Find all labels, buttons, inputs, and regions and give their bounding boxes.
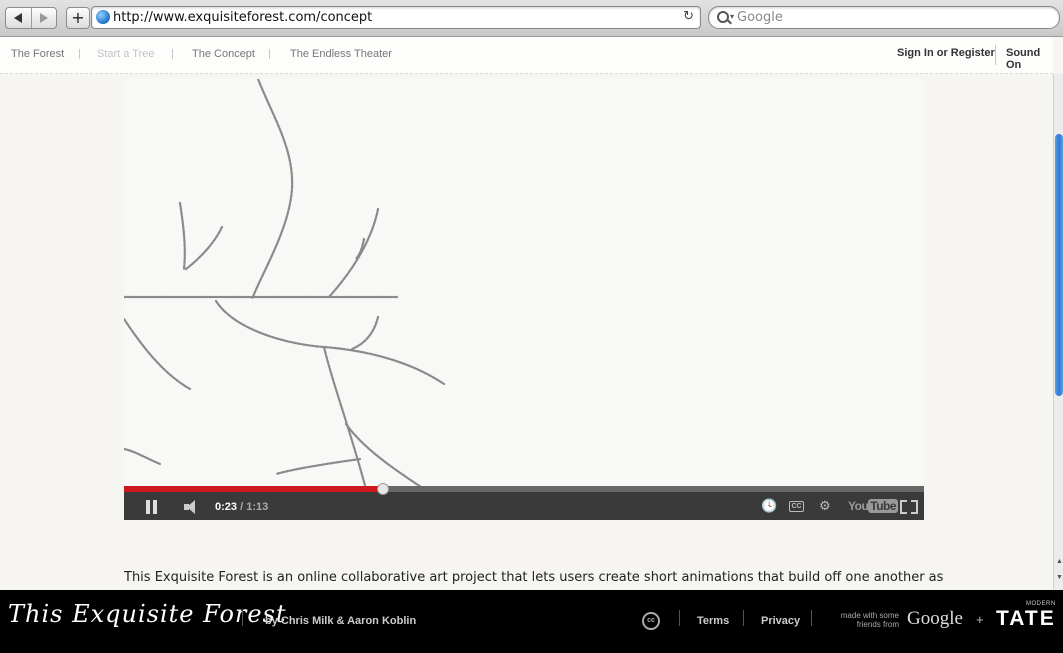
made-with-line-2: friends from (856, 620, 899, 629)
captions-icon[interactable]: CC (789, 501, 804, 512)
privacy-link[interactable]: Privacy (761, 615, 800, 627)
tree-animation-drawing (124, 79, 446, 520)
pause-icon[interactable] (146, 500, 158, 514)
globe-icon (96, 10, 110, 24)
account-divider (995, 45, 996, 65)
add-bookmark-button[interactable]: + (66, 7, 90, 29)
watch-later-icon[interactable]: 🕓 (761, 499, 777, 514)
progress-bar[interactable] (124, 483, 924, 495)
back-arrow-icon (14, 13, 23, 23)
byline: by Chris Milk & Aaron Koblin (265, 615, 417, 627)
scroll-thumb[interactable] (1055, 134, 1063, 396)
gear-icon[interactable]: ⚙ (819, 499, 831, 514)
search-icon (717, 11, 729, 23)
nav-divider (79, 49, 80, 59)
site-footer: This Exquisite Forest by Chris Milk & Aa… (0, 590, 1063, 653)
url-text[interactable]: http://www.exquisiteforest.com/concept (113, 10, 372, 25)
terms-link[interactable]: Terms (697, 615, 729, 627)
nav-the-concept[interactable]: The Concept (192, 48, 255, 60)
creative-commons-icon[interactable]: cc (642, 612, 660, 630)
video-player[interactable] (124, 79, 924, 520)
scroll-down-arrow-icon[interactable]: ▼ (1056, 574, 1063, 581)
page-scrollbar[interactable]: ▲ ▼ (1053, 74, 1063, 590)
main-content: 0:23 / 1:13 🕓 CC ⚙ You Tube This Exquisit… (0, 74, 1053, 590)
chevron-down-icon[interactable]: ▾ (730, 12, 734, 21)
nav-divider (172, 49, 173, 59)
youtube-logo-tube: Tube (868, 499, 899, 513)
youtube-logo-you: You (848, 499, 869, 513)
made-with-text: made with some friends from (825, 611, 899, 629)
sound-toggle[interactable]: Sound On (1006, 47, 1053, 71)
tate-logo[interactable]: TATE (996, 607, 1056, 631)
search-field[interactable]: ▾ Google (708, 6, 1060, 29)
video-controls: 0:23 / 1:13 🕓 CC ⚙ You Tube (124, 483, 924, 520)
back-button[interactable] (6, 8, 31, 28)
search-placeholder: Google (737, 10, 783, 25)
nav-start-a-tree[interactable]: Start a Tree (97, 48, 154, 60)
progress-fill (124, 486, 383, 492)
fullscreen-icon[interactable] (900, 500, 918, 514)
site-logo[interactable]: This Exquisite Forest (8, 600, 287, 628)
current-time: 0:23 (215, 501, 238, 513)
scrubber-handle[interactable] (376, 483, 389, 495)
address-bar[interactable]: http://www.exquisiteforest.com/concept ↻ (91, 6, 701, 29)
plus-sign: + (976, 612, 984, 627)
reload-icon[interactable]: ↻ (683, 9, 694, 24)
google-logo[interactable]: Google (907, 608, 963, 630)
sign-in-link[interactable]: Sign In or Register (897, 47, 995, 59)
footer-divider (811, 610, 812, 626)
footer-divider (242, 610, 243, 626)
time-display: 0:23 / 1:13 (215, 501, 268, 513)
footer-divider (743, 610, 744, 626)
forward-arrow-icon (39, 13, 48, 23)
volume-icon[interactable] (184, 500, 204, 514)
made-with-line-1: made with some (840, 611, 899, 620)
concept-description: This Exquisite Forest is an online colla… (124, 570, 944, 585)
nav-divider (269, 49, 270, 59)
youtube-logo[interactable]: You Tube (848, 499, 899, 513)
forward-button[interactable] (30, 8, 57, 28)
duration: / 1:13 (240, 501, 269, 513)
footer-divider (679, 610, 680, 626)
history-nav (5, 7, 57, 29)
scroll-up-arrow-icon[interactable]: ▲ (1056, 558, 1063, 565)
nav-endless-theater[interactable]: The Endless Theater (290, 48, 392, 60)
site-header: The Forest Start a Tree The Concept The … (0, 37, 1053, 74)
browser-toolbar: + http://www.exquisiteforest.com/concept… (0, 0, 1063, 37)
nav-the-forest[interactable]: The Forest (11, 48, 64, 60)
